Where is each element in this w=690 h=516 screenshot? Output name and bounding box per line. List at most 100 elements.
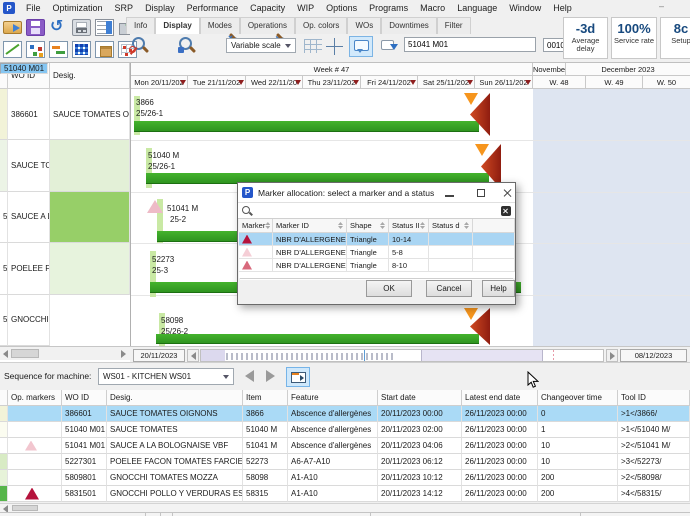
item-cell[interactable]: 58098 [243, 470, 288, 486]
next-machine-icon[interactable] [266, 370, 275, 382]
gantt-bar[interactable] [156, 334, 479, 344]
gantt-row-wo[interactable]: 386601 [8, 89, 50, 140]
window-minimize-button[interactable]: – [659, 1, 664, 11]
wo-id-cell[interactable]: 51041 M01 [62, 438, 107, 454]
menu-options[interactable]: Options [320, 3, 363, 13]
col-item[interactable]: Item [243, 390, 288, 406]
gantt-row-desig[interactable]: SAUCE TOMATES [8, 140, 50, 191]
menu-display[interactable]: Display [139, 3, 181, 13]
day-header[interactable]: Sun 26/11/202 [475, 76, 533, 89]
scroll-right-icon[interactable] [121, 350, 126, 358]
menu-wip[interactable]: WIP [291, 3, 320, 13]
end-date-cell[interactable]: 26/11/2023 00:00 [462, 406, 538, 422]
left-pane-scrollbar[interactable] [0, 346, 130, 360]
help-button[interactable]: Help [482, 280, 515, 297]
zoom-off-icon[interactable] [129, 36, 150, 56]
wo-search-input[interactable] [404, 37, 536, 52]
col-latest-end-date[interactable]: Latest end date [462, 390, 538, 406]
item-cell[interactable]: 51041 M [243, 438, 288, 454]
week-48-header[interactable]: W. 48 [533, 76, 586, 89]
col-marker-id[interactable]: Marker ID [273, 219, 347, 233]
planning-calendar-icon[interactable] [95, 19, 114, 36]
desig-cell[interactable]: SAUCE A LA BOLOGNAISE VBF [107, 438, 243, 454]
feature-cell[interactable]: Abscence d'allergènes [288, 422, 378, 438]
menu-performance[interactable]: Performance [181, 3, 245, 13]
cancel-button[interactable]: Cancel [426, 280, 472, 297]
start-date-cell[interactable]: 20/11/2023 04:06 [378, 438, 462, 454]
tool-id-cell[interactable]: >4</58315/ [618, 486, 690, 502]
scroll-right-button[interactable] [606, 349, 618, 362]
day-header[interactable]: Tue 21/11/202 [188, 76, 246, 89]
changeover-cell[interactable]: 10 [538, 454, 618, 470]
start-date-cell[interactable]: 20/11/2023 10:12 [378, 470, 462, 486]
menu-programs[interactable]: Programs [363, 3, 414, 13]
open-folder-icon[interactable] [3, 21, 22, 34]
menu-help[interactable]: Help [547, 3, 578, 13]
day-header[interactable]: Sat 25/11/202 [418, 76, 475, 89]
dialog-maximize-button[interactable] [476, 187, 488, 199]
end-date-cell[interactable]: 26/11/2023 00:00 [462, 486, 538, 502]
desig-cell[interactable]: SAUCE TOMATES [107, 422, 243, 438]
tab-op-colors[interactable]: Op. colors [295, 17, 347, 34]
gantt-row-wo-selected[interactable]: 51040 M01 [0, 63, 48, 74]
col-op-markers[interactable]: Op. markers [8, 390, 62, 406]
network-view-icon[interactable] [26, 41, 45, 58]
tool-id-cell[interactable]: >2</51041 M/ [618, 438, 690, 454]
date-scroll-track[interactable] [200, 349, 604, 362]
changeover-cell[interactable]: 0 [538, 406, 618, 422]
marker-id-cell[interactable]: NBR D'ALLERGENE [273, 259, 347, 272]
item-cell[interactable]: 58315 [243, 486, 288, 502]
feature-cell[interactable]: Abscence d'allergènes [288, 438, 378, 454]
machine-select[interactable]: WS01 - KITCHEN WS01 [98, 368, 234, 385]
dialog-search-field[interactable] [238, 203, 515, 219]
dialog-minimize-button[interactable] [444, 187, 456, 199]
op-marker-cell[interactable] [8, 406, 62, 422]
end-date-cell[interactable]: 26/11/2023 00:00 [462, 470, 538, 486]
op-marker-cell[interactable] [8, 470, 62, 486]
col-shape[interactable]: Shape [347, 219, 389, 233]
gantt-col-desig[interactable]: Desig. [50, 63, 130, 89]
operation-tooltip-button[interactable] [349, 36, 373, 57]
gantt-row-desig[interactable]: SAUCE TOMATES OIGNO [50, 89, 130, 140]
wo-id-cell[interactable]: 5809801 [62, 470, 107, 486]
week-50-header[interactable]: W. 50 [643, 76, 690, 89]
calculator-icon[interactable] [72, 19, 91, 36]
gantt-row-wo[interactable]: 5227301 [0, 243, 8, 294]
menu-macro[interactable]: Macro [414, 3, 451, 13]
col-wo-id[interactable]: WO ID [62, 390, 107, 406]
ok-button[interactable]: OK [366, 280, 412, 297]
menu-capacity[interactable]: Capacity [244, 3, 291, 13]
zoom-lock-icon[interactable] [176, 36, 197, 56]
feature-cell[interactable]: A6-A7-A10 [288, 454, 378, 470]
op-marker-cell[interactable] [8, 454, 62, 470]
menu-window[interactable]: Window [503, 3, 547, 13]
day-header[interactable]: Thu 23/11/202 [303, 76, 361, 89]
end-date-cell[interactable]: 26/11/2023 00:00 [462, 454, 538, 470]
op-marker-cell[interactable] [8, 438, 62, 454]
item-cell[interactable]: 51040 M [243, 422, 288, 438]
status-cell[interactable]: 10-14 [389, 233, 429, 246]
tab-operations[interactable]: Operations [240, 17, 295, 34]
col-start-date[interactable]: Start date [378, 390, 462, 406]
scale-select[interactable]: Variable scale [226, 38, 296, 53]
gantt-row-wo[interactable]: 51041 M01 [0, 192, 8, 243]
tooltip-filter-button[interactable] [377, 36, 401, 57]
wo-id-cell[interactable]: 386601 [62, 406, 107, 422]
shape-cell[interactable]: Triangle [347, 246, 389, 259]
scrollbar-thumb[interactable] [11, 349, 39, 358]
col-marker[interactable]: Marker [239, 219, 273, 233]
scrollbar-thumb[interactable] [12, 505, 38, 511]
changeover-cell[interactable]: 10 [538, 438, 618, 454]
gantt-row-wo[interactable]: 5809801 [0, 295, 8, 346]
op-marker-cell[interactable] [8, 486, 62, 502]
diagonal-chart-icon[interactable] [3, 41, 22, 58]
menu-file[interactable]: File [20, 3, 47, 13]
gantt-row-desig[interactable]: POELEE FACON TOMATI [8, 243, 50, 294]
gantt-window-icon[interactable] [49, 41, 68, 58]
undo-icon[interactable] [49, 19, 68, 36]
end-date-cell[interactable]: 26/11/2023 00:00 [462, 438, 538, 454]
col-desig[interactable]: Desig. [107, 390, 243, 406]
tool-id-cell[interactable]: >1</51040 M/ [618, 422, 690, 438]
tab-modes[interactable]: Modes [200, 17, 240, 34]
start-date-cell[interactable]: 20/11/2023 00:00 [378, 406, 462, 422]
